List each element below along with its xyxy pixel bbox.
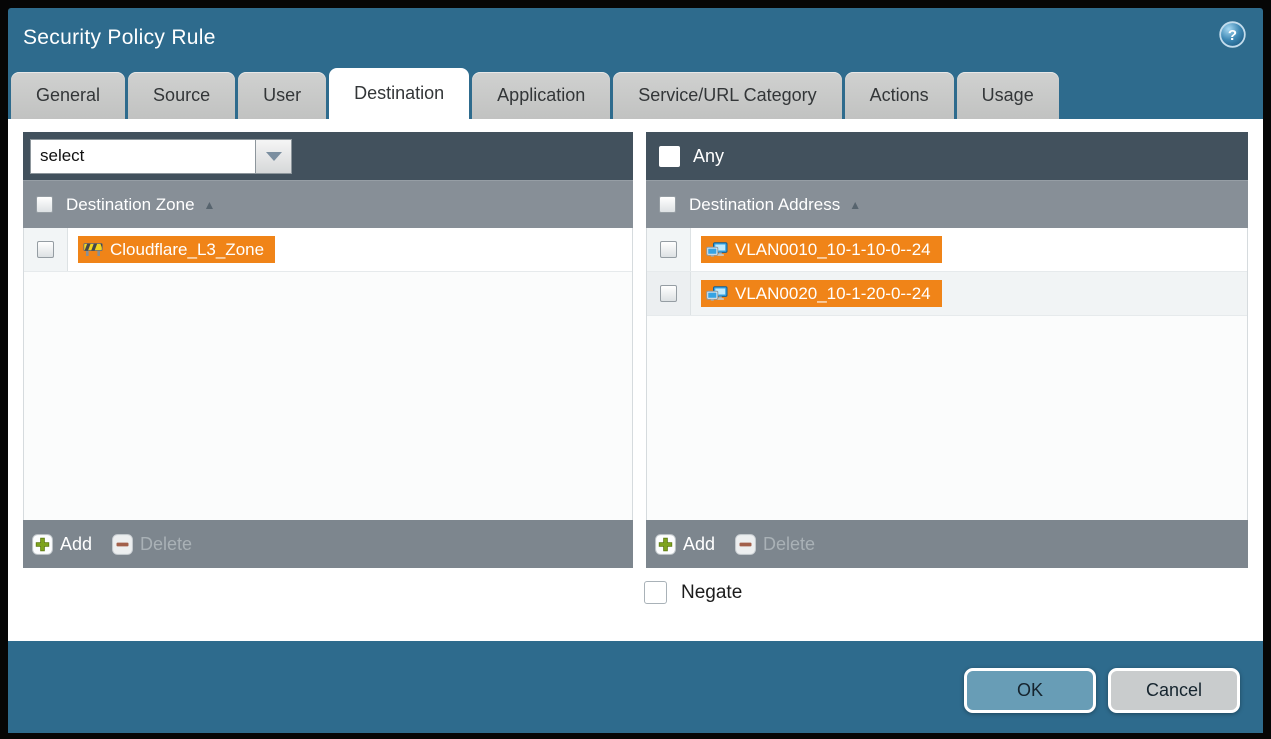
zone-chip[interactable]: Cloudflare_L3_Zone — [78, 236, 275, 263]
minus-icon — [112, 534, 133, 555]
zone-filter-combobox — [30, 139, 292, 174]
address-panel-toolbar: Any — [646, 132, 1248, 180]
negate-option: Negate — [644, 581, 742, 604]
plus-icon — [32, 534, 53, 555]
tab-user[interactable]: User — [238, 72, 326, 119]
tab-general[interactable]: General — [11, 72, 125, 119]
zone-column-header[interactable]: Destination Zone ▲ — [23, 180, 633, 228]
delete-address-button[interactable]: Delete — [735, 534, 815, 555]
tab-application[interactable]: Application — [472, 72, 610, 119]
zone-filter-input[interactable] — [30, 139, 255, 174]
table-row[interactable]: VLAN0010_10-1-10-0--24 — [647, 228, 1247, 272]
zone-list: Cloudflare_L3_Zone — [23, 228, 633, 520]
tab-destination[interactable]: Destination — [329, 68, 469, 119]
zone-filter-dropdown-button[interactable] — [255, 139, 292, 174]
security-policy-rule-dialog: Security Policy Rule ? GeneralSourceUser… — [8, 8, 1263, 733]
select-all-zones-checkbox[interactable] — [36, 196, 53, 213]
svg-text:?: ? — [1228, 27, 1237, 44]
row-checkbox-cell — [647, 228, 691, 271]
row-checkbox[interactable] — [660, 285, 677, 302]
tab-usage[interactable]: Usage — [957, 72, 1059, 119]
address-icon — [706, 242, 728, 258]
cancel-button[interactable]: Cancel — [1108, 668, 1240, 713]
address-list: VLAN0010_10-1-10-0--24 VLAN0020_10-1-20-0… — [646, 228, 1248, 520]
row-label: Cloudflare_L3_Zone — [110, 240, 264, 260]
zone-column-label: Destination Zone — [66, 195, 195, 215]
destination-address-panel: Any Destination Address ▲ VLAN0010_10-1-… — [646, 132, 1248, 568]
address-column-label: Destination Address — [689, 195, 840, 215]
sort-ascending-icon: ▲ — [849, 198, 861, 212]
row-checkbox-cell — [647, 272, 691, 315]
chevron-down-icon — [266, 152, 282, 161]
dialog-title: Security Policy Rule — [23, 26, 216, 50]
table-row[interactable]: VLAN0020_10-1-20-0--24 — [647, 272, 1247, 316]
address-panel-footer: Add Delete — [646, 520, 1248, 568]
negate-checkbox[interactable] — [644, 581, 667, 604]
row-label: VLAN0020_10-1-20-0--24 — [735, 284, 931, 304]
tab-service-url-category[interactable]: Service/URL Category — [613, 72, 841, 119]
minus-icon — [735, 534, 756, 555]
help-icon[interactable]: ? — [1219, 21, 1246, 48]
ok-button[interactable]: OK — [964, 668, 1096, 713]
any-address-checkbox[interactable] — [659, 146, 680, 167]
dialog-footer: OK Cancel — [8, 641, 1263, 733]
address-column-header[interactable]: Destination Address ▲ — [646, 180, 1248, 228]
any-address-label: Any — [693, 146, 724, 167]
address-icon — [706, 286, 728, 302]
negate-label: Negate — [681, 582, 742, 604]
add-zone-button[interactable]: Add — [32, 534, 92, 555]
table-row[interactable]: Cloudflare_L3_Zone — [24, 228, 632, 272]
destination-tab-content: Destination Zone ▲ Cloudflare_L3_Zone Ad… — [8, 119, 1263, 641]
tab-bar: GeneralSourceUserDestinationApplicationS… — [11, 68, 1263, 119]
tab-source[interactable]: Source — [128, 72, 235, 119]
add-address-button[interactable]: Add — [655, 534, 715, 555]
address-chip[interactable]: VLAN0010_10-1-10-0--24 — [701, 236, 942, 263]
dialog-titlebar: Security Policy Rule ? — [8, 8, 1263, 68]
zone-icon — [83, 242, 103, 257]
row-checkbox[interactable] — [37, 241, 54, 258]
destination-zone-panel: Destination Zone ▲ Cloudflare_L3_Zone Ad… — [23, 132, 633, 568]
zone-panel-footer: Add Delete — [23, 520, 633, 568]
select-all-addresses-checkbox[interactable] — [659, 196, 676, 213]
sort-ascending-icon: ▲ — [204, 198, 216, 212]
plus-icon — [655, 534, 676, 555]
zone-panel-toolbar — [23, 132, 633, 180]
row-label: VLAN0010_10-1-10-0--24 — [735, 240, 931, 260]
tab-actions[interactable]: Actions — [845, 72, 954, 119]
row-checkbox[interactable] — [660, 241, 677, 258]
delete-zone-button[interactable]: Delete — [112, 534, 192, 555]
row-checkbox-cell — [24, 228, 68, 271]
address-chip[interactable]: VLAN0020_10-1-20-0--24 — [701, 280, 942, 307]
